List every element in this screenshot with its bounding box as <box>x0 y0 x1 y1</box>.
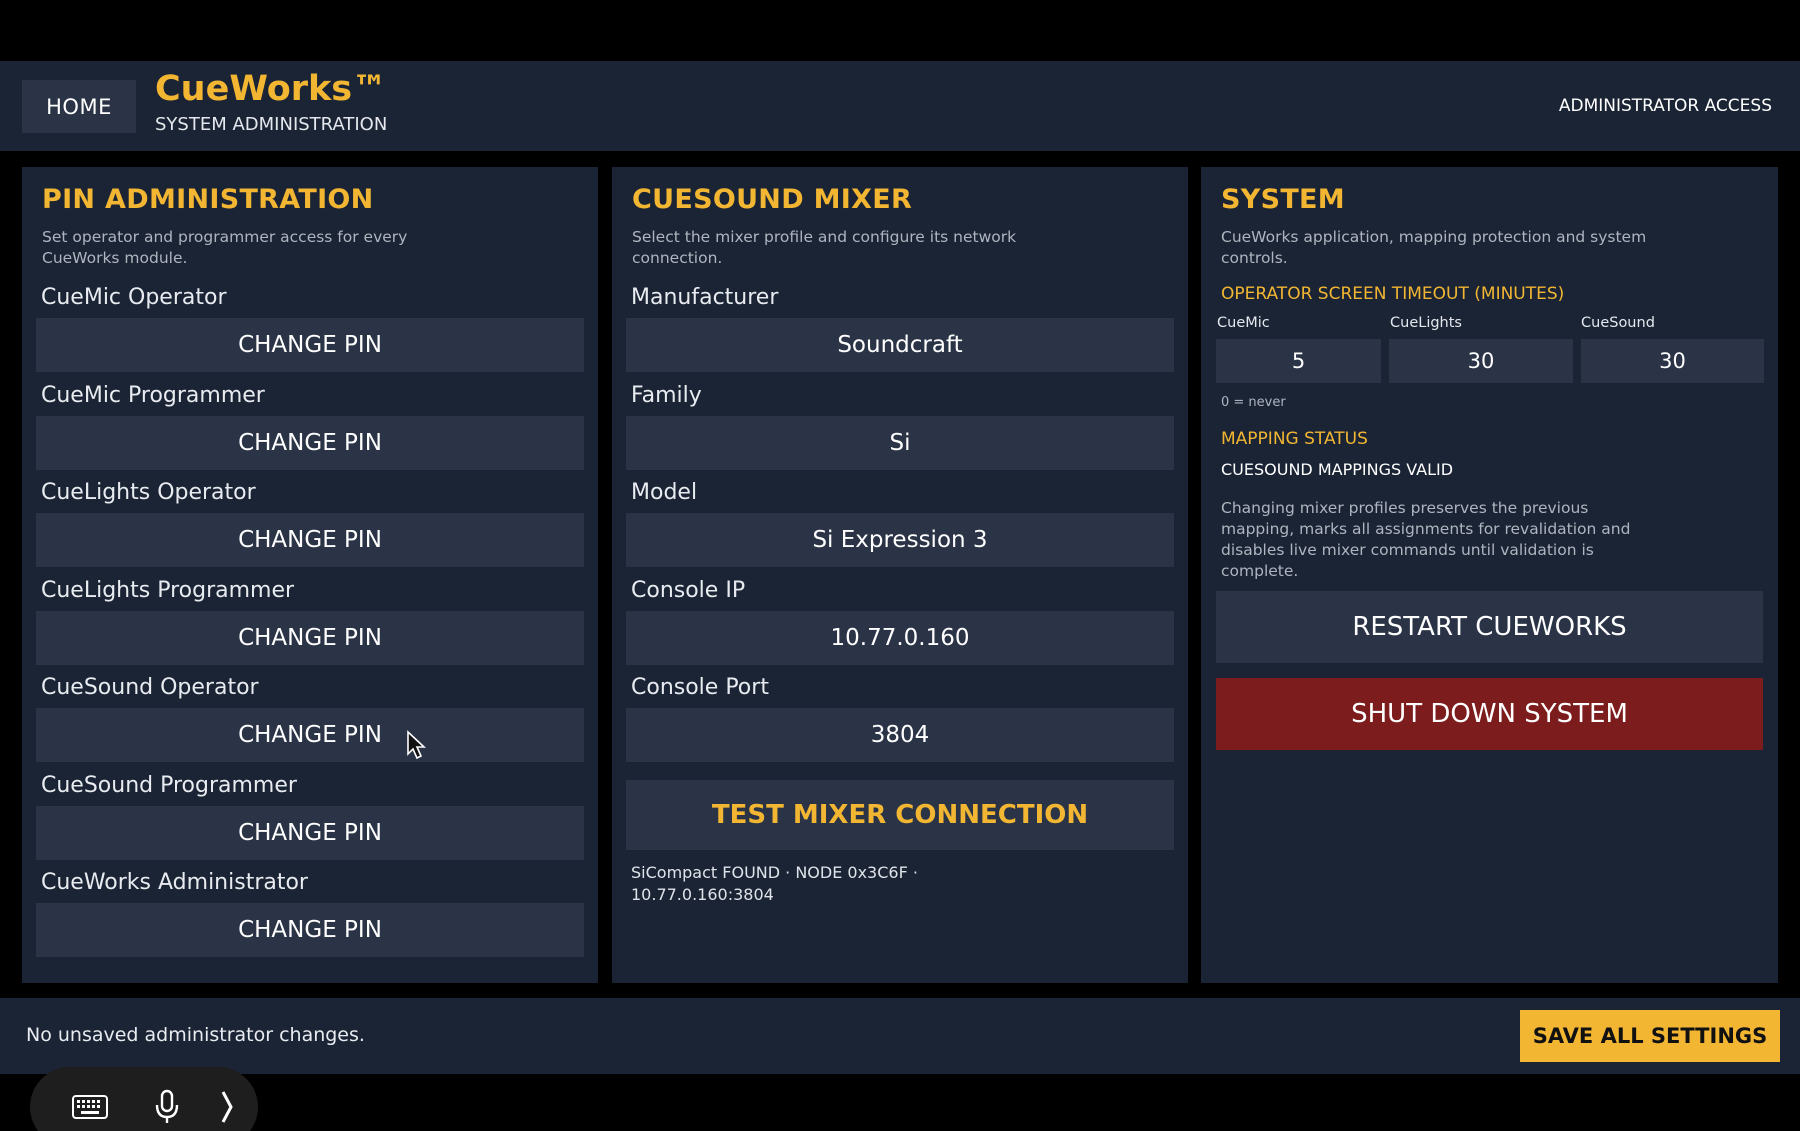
unsaved-changes-status: No unsaved administrator changes. <box>26 1024 365 1046</box>
role-label-cuemic-operator: CueMic Operator <box>41 285 227 310</box>
change-pin-button-cuemic-programmer[interactable]: CHANGE PIN <box>36 416 584 470</box>
microphone-icon[interactable] <box>152 1089 182 1125</box>
restart-cueworks-button[interactable]: RESTART CUEWORKS <box>1216 591 1763 663</box>
footer-bar: No unsaved administrator changes. SAVE A… <box>0 998 1800 1074</box>
shut-down-system-button[interactable]: SHUT DOWN SYSTEM <box>1216 678 1763 750</box>
console-port-label: Console Port <box>631 675 769 700</box>
console-ip-input[interactable]: 10.77.0.160 <box>626 611 1174 665</box>
change-pin-button-cuesound-programmer[interactable]: CHANGE PIN <box>36 806 584 860</box>
panel-description: CueWorks application, mapping protection… <box>1221 228 1647 267</box>
timeout-input-cuelights[interactable]: 30 <box>1389 339 1573 383</box>
manufacturer-select[interactable]: Soundcraft <box>626 318 1174 372</box>
save-all-settings-button[interactable]: SAVE ALL SETTINGS <box>1520 1010 1780 1062</box>
panel-title: CUESOUND MIXER <box>632 184 913 215</box>
timeout-input-cuemic[interactable]: 5 <box>1216 339 1381 383</box>
panel-description: Select the mixer profile and configure i… <box>632 228 1017 267</box>
connection-test-result: SiCompact FOUND · NODE 0x3C6F · 10.77.0.… <box>631 863 918 904</box>
console-ip-label: Console IP <box>631 578 746 603</box>
panel-title: SYSTEM <box>1221 184 1345 215</box>
timeout-note: 0 = never <box>1221 395 1286 410</box>
role-label-cueworks-administrator: CueWorks Administrator <box>41 870 308 895</box>
input-dock <box>30 1067 258 1131</box>
change-pin-button-cuemic-operator[interactable]: CHANGE PIN <box>36 318 584 372</box>
mouse-cursor-icon <box>406 730 428 760</box>
console-port-input[interactable]: 3804 <box>626 708 1174 762</box>
timeout-input-cuesound[interactable]: 30 <box>1581 339 1764 383</box>
change-pin-button-cuesound-operator[interactable]: CHANGE PIN <box>36 708 584 762</box>
app-title: CueWorks™ <box>155 69 388 109</box>
family-select[interactable]: Si <box>626 416 1174 470</box>
role-label-cuesound-programmer: CueSound Programmer <box>41 773 297 798</box>
pin-administration-panel: PIN ADMINISTRATION Set operator and prog… <box>22 167 598 983</box>
change-pin-button-cuelights-operator[interactable]: CHANGE PIN <box>36 513 584 567</box>
test-mixer-connection-button[interactable]: TEST MIXER CONNECTION <box>626 780 1174 850</box>
family-label: Family <box>631 383 702 408</box>
panel-title: PIN ADMINISTRATION <box>42 184 374 215</box>
role-label-cuemic-programmer: CueMic Programmer <box>41 383 265 408</box>
page-subtitle: SYSTEM ADMINISTRATION <box>155 114 388 135</box>
timeout-label-cuelights: CueLights <box>1390 315 1462 331</box>
manufacturer-label: Manufacturer <box>631 285 779 310</box>
cuesound-mixer-panel: CUESOUND MIXER Select the mixer profile … <box>612 167 1188 983</box>
timeout-label-cuemic: CueMic <box>1217 315 1270 331</box>
access-level-label: ADMINISTRATOR ACCESS <box>1558 96 1772 116</box>
model-select[interactable]: Si Expression 3 <box>626 513 1174 567</box>
role-label-cuelights-programmer: CueLights Programmer <box>41 578 295 603</box>
system-panel: SYSTEM CueWorks application, mapping pro… <box>1201 167 1778 983</box>
mapping-status-description: Changing mixer profiles preserves the pr… <box>1221 499 1631 580</box>
change-pin-button-cuelights-programmer[interactable]: CHANGE PIN <box>36 611 584 665</box>
app-header: HOME CueWorks™ SYSTEM ADMINISTRATION ADM… <box>0 61 1800 151</box>
panel-description: Set operator and programmer access for e… <box>42 228 408 267</box>
mapping-status-value: CUESOUND MAPPINGS VALID <box>1221 460 1454 479</box>
timeout-section-title: OPERATOR SCREEN TIMEOUT (MINUTES) <box>1221 284 1565 304</box>
change-pin-button-cueworks-administrator[interactable]: CHANGE PIN <box>36 903 584 957</box>
chevron-right-icon[interactable] <box>216 1089 238 1125</box>
brand: CueWorks™ SYSTEM ADMINISTRATION <box>155 67 387 137</box>
model-label: Model <box>631 480 698 505</box>
keyboard-icon[interactable] <box>70 1089 110 1125</box>
home-button[interactable]: HOME <box>22 80 136 133</box>
role-label-cuelights-operator: CueLights Operator <box>41 480 256 505</box>
role-label-cuesound-operator: CueSound Operator <box>41 675 259 700</box>
mapping-status-title: MAPPING STATUS <box>1221 429 1368 449</box>
timeout-label-cuesound: CueSound <box>1581 315 1655 331</box>
